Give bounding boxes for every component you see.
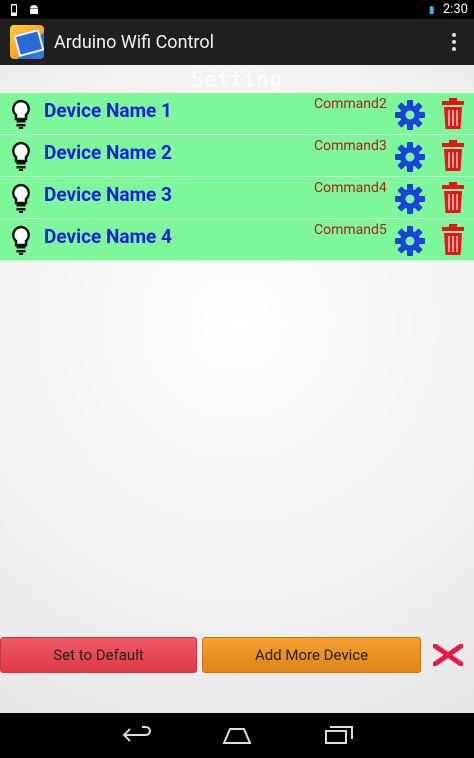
gear-icon[interactable] — [395, 142, 425, 172]
status-bar: 2:30 — [0, 0, 474, 19]
device-list: Device Name 1 Command2 Device Name 2 Com… — [0, 93, 474, 261]
lightbulb-icon — [12, 225, 30, 255]
action-bar: Arduino Wifi Control — [0, 19, 474, 65]
gear-icon[interactable] — [395, 184, 425, 214]
device-row[interactable]: Device Name 3 Command4 — [0, 177, 474, 219]
device-name: Device Name 1 — [44, 99, 172, 122]
trash-icon[interactable] — [441, 182, 465, 214]
overflow-menu-icon[interactable] — [452, 33, 458, 51]
home-icon[interactable] — [222, 725, 252, 745]
clock: 2:30 — [442, 2, 468, 17]
close-icon[interactable] — [433, 644, 463, 666]
lightbulb-icon — [12, 99, 30, 129]
device-name: Device Name 4 — [44, 225, 172, 248]
device-row[interactable]: Device Name 1 Command2 — [0, 93, 474, 135]
add-more-device-button[interactable]: Add More Device — [202, 637, 421, 673]
device-row[interactable]: Device Name 4 Command5 — [0, 219, 474, 261]
battery-icon — [429, 5, 434, 14]
recent-apps-icon[interactable] — [324, 725, 354, 745]
device-command: Command4 — [314, 180, 387, 196]
device-command: Command5 — [314, 222, 387, 238]
app-icon[interactable] — [10, 25, 44, 59]
back-icon[interactable] — [122, 725, 152, 745]
navigation-bar — [0, 713, 474, 758]
device-row[interactable]: Device Name 2 Command3 — [0, 135, 474, 177]
main-content: Setting Device Name 1 Command2 Device Na… — [0, 65, 474, 713]
trash-icon[interactable] — [441, 98, 465, 130]
device-command: Command3 — [314, 138, 387, 154]
app-title: Arduino Wifi Control — [54, 31, 214, 53]
device-name: Device Name 3 — [44, 183, 172, 206]
setting-title: Setting — [191, 67, 283, 91]
lightbulb-icon — [12, 183, 30, 213]
trash-icon[interactable] — [441, 140, 465, 172]
phone-notification-icon — [11, 3, 17, 16]
device-name: Device Name 2 — [44, 141, 172, 164]
set-to-default-button[interactable]: Set to Default — [0, 637, 197, 673]
gear-icon[interactable] — [395, 100, 425, 130]
gear-icon[interactable] — [395, 226, 425, 256]
lightbulb-icon — [12, 141, 30, 171]
android-notification-icon — [30, 4, 38, 14]
trash-icon[interactable] — [441, 224, 465, 256]
device-command: Command2 — [314, 96, 387, 112]
